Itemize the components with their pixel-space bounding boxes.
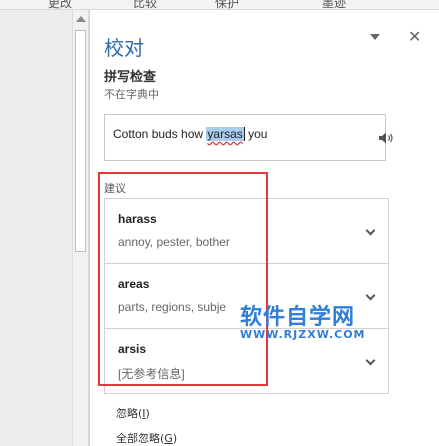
ribbon-tab-changes[interactable]: 更改 bbox=[48, 0, 72, 9]
suggestion-word: arsis bbox=[118, 342, 147, 356]
chevron-down-icon[interactable] bbox=[365, 355, 376, 366]
ribbon-tab-protect[interactable]: 保护 bbox=[215, 0, 239, 9]
sentence-text-before: Cotton buds how bbox=[113, 127, 207, 141]
suggestions-list: harass annoy, pester, bother areas parts… bbox=[104, 198, 389, 394]
sentence-text-after: you bbox=[244, 127, 268, 141]
spelling-heading: 拼写检查 bbox=[104, 70, 157, 85]
watermark-url: WWW.RJZXW.COM bbox=[240, 328, 366, 341]
watermark-logo: 软件自学网 bbox=[240, 305, 356, 330]
document-canvas bbox=[0, 10, 72, 446]
speaker-icon[interactable] bbox=[377, 129, 395, 147]
ignore-label: 忽略( bbox=[116, 407, 143, 420]
misspelled-word: yarsas bbox=[206, 127, 244, 141]
suggestion-word: areas bbox=[118, 277, 150, 291]
suggestion-synonyms: parts, regions, subje bbox=[118, 300, 227, 314]
pane-title: 校对 bbox=[104, 36, 144, 60]
ignore-button[interactable]: 忽略(I) bbox=[116, 405, 150, 421]
ignore-all-accesskey: G bbox=[164, 432, 173, 445]
ignore-label-end: ) bbox=[145, 407, 150, 420]
ignore-all-label: 全部忽略( bbox=[116, 432, 165, 445]
suggestion-word: harass bbox=[118, 212, 157, 226]
suggestion-harass[interactable]: harass annoy, pester, bother bbox=[104, 199, 389, 264]
close-icon[interactable]: ✕ bbox=[408, 29, 421, 45]
scroll-up-arrow-icon[interactable] bbox=[76, 16, 86, 22]
chevron-down-icon[interactable] bbox=[365, 225, 376, 236]
context-sentence: Cotton buds how yarsas you bbox=[113, 127, 267, 141]
chevron-down-icon[interactable] bbox=[365, 290, 376, 301]
ribbon-tab-ink[interactable]: 墨迹 bbox=[322, 0, 346, 9]
suggestion-synonyms: annoy, pester, bother bbox=[118, 235, 230, 249]
context-sentence-box: Cotton buds how yarsas you bbox=[104, 114, 393, 161]
ignore-all-label-end: ) bbox=[172, 432, 178, 445]
ribbon-tabs: 更改 比较 保护 墨迹 bbox=[0, 0, 439, 10]
spelling-status: 不在字典中 bbox=[104, 88, 159, 101]
suggestions-label: 建议 bbox=[104, 182, 126, 195]
ignore-all-button[interactable]: 全部忽略(G) bbox=[116, 430, 177, 446]
scrollbar-thumb[interactable] bbox=[75, 30, 86, 252]
suggestion-synonyms: [无参考信息] bbox=[118, 367, 185, 381]
ribbon-tab-compare[interactable]: 比较 bbox=[133, 0, 157, 9]
chevron-down-icon[interactable] bbox=[370, 34, 380, 40]
proofing-pane: 校对 ✕ 拼写检查 不在字典中 Cotton buds how yarsas y… bbox=[89, 10, 439, 446]
